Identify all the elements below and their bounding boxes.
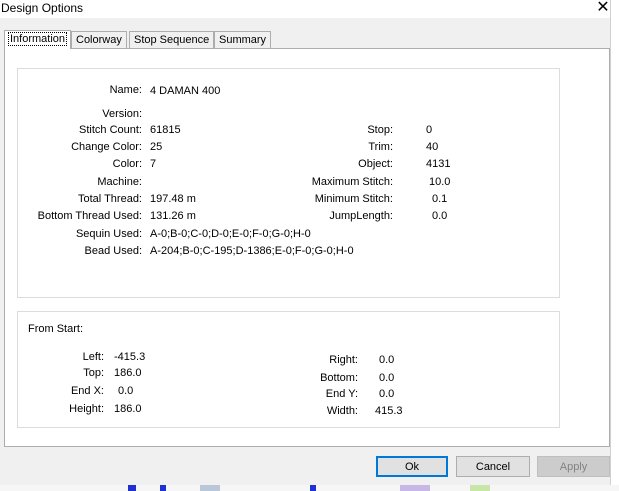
maximum-stitch-label: Maximum Stitch: xyxy=(311,176,393,188)
cancel-button[interactable]: Cancel xyxy=(456,456,530,477)
trim-value: 40 xyxy=(426,141,439,153)
right-value: 0.0 xyxy=(379,354,395,366)
right-label: Right: xyxy=(329,354,358,366)
version-label: Version: xyxy=(102,108,142,120)
machine-label: Machine: xyxy=(97,176,142,188)
height-label: Height: xyxy=(69,403,104,415)
total-thread-value: 197.48 m xyxy=(150,193,196,205)
stop-value: 0 xyxy=(426,124,433,136)
name-label: Name: xyxy=(109,84,142,96)
window-title: Design Options xyxy=(1,1,84,15)
top-value: 186.0 xyxy=(114,367,142,379)
background-canvas-edge xyxy=(610,0,619,491)
bottom-value: 0.0 xyxy=(379,372,395,384)
height-value: 186.0 xyxy=(114,403,142,415)
background-design-strip xyxy=(0,485,619,491)
design-info-group: Name: 4 DAMAN 400 Version: Stitch Count:… xyxy=(17,68,560,298)
jump-length-label: JumpLength: xyxy=(329,210,393,222)
change-color-label: Change Color: xyxy=(71,141,142,153)
left-label: Left: xyxy=(82,351,104,363)
maximum-stitch-value: 10.0 xyxy=(429,176,451,188)
sequin-used-label: Sequin Used: xyxy=(75,228,142,240)
tab-information[interactable]: Information xyxy=(4,30,72,49)
width-value: 415.3 xyxy=(375,405,403,417)
close-icon[interactable]: ✕ xyxy=(596,0,610,16)
information-panel: Name: 4 DAMAN 400 Version: Stitch Count:… xyxy=(4,48,610,447)
end-y-label: End Y: xyxy=(325,388,358,400)
bead-used-value: A-204;B-0;C-195;D-1386;E-0;F-0;G-0;H-0 xyxy=(150,245,354,257)
tab-colorway[interactable]: Colorway xyxy=(71,31,127,48)
title-bar: Design Options ✕ xyxy=(0,0,619,18)
trim-label: Trim: xyxy=(368,141,393,153)
top-label: Top: xyxy=(83,367,104,379)
object-value: 4131 xyxy=(426,158,451,170)
bead-used-label: Bead Used: xyxy=(84,245,142,257)
name-value: 4 DAMAN 400 xyxy=(150,85,221,97)
color-label: Color: xyxy=(112,158,142,170)
end-y-value: 0.0 xyxy=(379,388,395,400)
from-start-group: From Start: Left: -415.3 Top: 186.0 End … xyxy=(17,311,560,428)
sequin-used-value: A-0;B-0;C-0;D-0;E-0;F-0;G-0;H-0 xyxy=(150,228,311,240)
bottom-thread-label: Bottom Thread Used: xyxy=(37,210,142,222)
change-color-value: 25 xyxy=(150,141,163,153)
total-thread-label: Total Thread: xyxy=(77,193,142,205)
apply-button[interactable]: Apply xyxy=(537,456,610,477)
minimum-stitch-label: Minimum Stitch: xyxy=(314,193,393,205)
end-x-value: 0.0 xyxy=(118,385,134,397)
object-label: Object: xyxy=(358,158,393,170)
bottom-thread-value: 131.26 m xyxy=(150,210,196,222)
tab-summary[interactable]: Summary xyxy=(214,31,272,48)
width-label: Width: xyxy=(326,405,358,417)
left-value: -415.3 xyxy=(114,351,146,363)
ok-button[interactable]: Ok xyxy=(376,456,448,477)
tab-information-label: Information xyxy=(7,32,68,46)
from-start-title: From Start: xyxy=(28,323,84,335)
minimum-stitch-value: 0.1 xyxy=(432,193,448,205)
color-value: 7 xyxy=(150,158,157,170)
bottom-label: Bottom: xyxy=(320,372,358,384)
stop-label: Stop: xyxy=(367,124,393,136)
jump-length-value: 0.0 xyxy=(432,210,448,222)
end-x-label: End X: xyxy=(70,385,104,397)
tab-stop-sequence[interactable]: Stop Sequence xyxy=(129,31,215,48)
stitch-count-value: 61815 xyxy=(150,124,181,136)
stitch-count-label: Stitch Count: xyxy=(79,124,142,136)
